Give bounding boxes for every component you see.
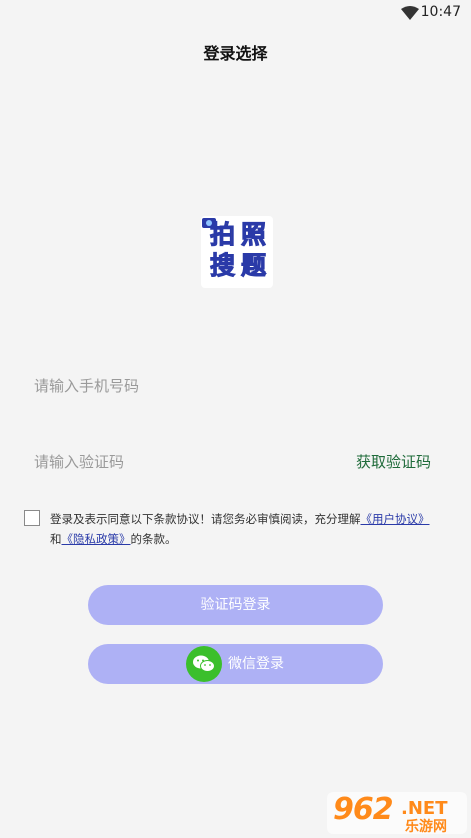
status-bar: 10:47: [0, 0, 471, 26]
wechat-login-button[interactable]: 微信登录: [88, 644, 383, 684]
watermark-cn: 乐游网: [405, 819, 447, 835]
agreement-checkbox[interactable]: [24, 510, 40, 526]
app-logo: 拍 照 搜 题: [201, 216, 273, 288]
agreement-text: 登录及表示同意以下条款协议！请您务必审慎阅读，充分理解《用户协议》 和《隐私政策…: [50, 509, 450, 549]
wifi-icon: [401, 6, 419, 20]
watermark-number: 962: [333, 792, 394, 827]
agreement-text-after: 的条款。: [130, 532, 177, 546]
watermark: 962 .NET 乐游网: [327, 792, 467, 835]
login-screen: 10:47 登录选择 拍 照 搜 题 请输入手机号码 请输入验证码 获取验证码 …: [0, 0, 471, 838]
status-time: 10:47: [420, 4, 461, 20]
agreement-and: 和: [50, 532, 62, 546]
get-code-button[interactable]: 获取验证码: [356, 444, 431, 480]
wechat-icon: [186, 646, 222, 682]
page-title: 登录选择: [203, 44, 268, 63]
logo-char-3: 搜: [209, 251, 236, 280]
user-agreement-link[interactable]: 《用户协议》: [361, 512, 430, 526]
logo-char-4: 题: [240, 251, 267, 280]
logo-char-2: 照: [240, 220, 267, 249]
code-login-button[interactable]: 验证码登录: [88, 585, 383, 625]
logo-char-1: 拍: [209, 220, 236, 249]
agreement-text-before: 登录及表示同意以下条款协议！请您务必审慎阅读，充分理解: [50, 512, 361, 526]
wechat-login-label: 微信登录: [228, 656, 284, 672]
phone-input[interactable]: 请输入手机号码: [34, 368, 439, 404]
privacy-policy-link[interactable]: 《隐私政策》: [62, 532, 131, 546]
